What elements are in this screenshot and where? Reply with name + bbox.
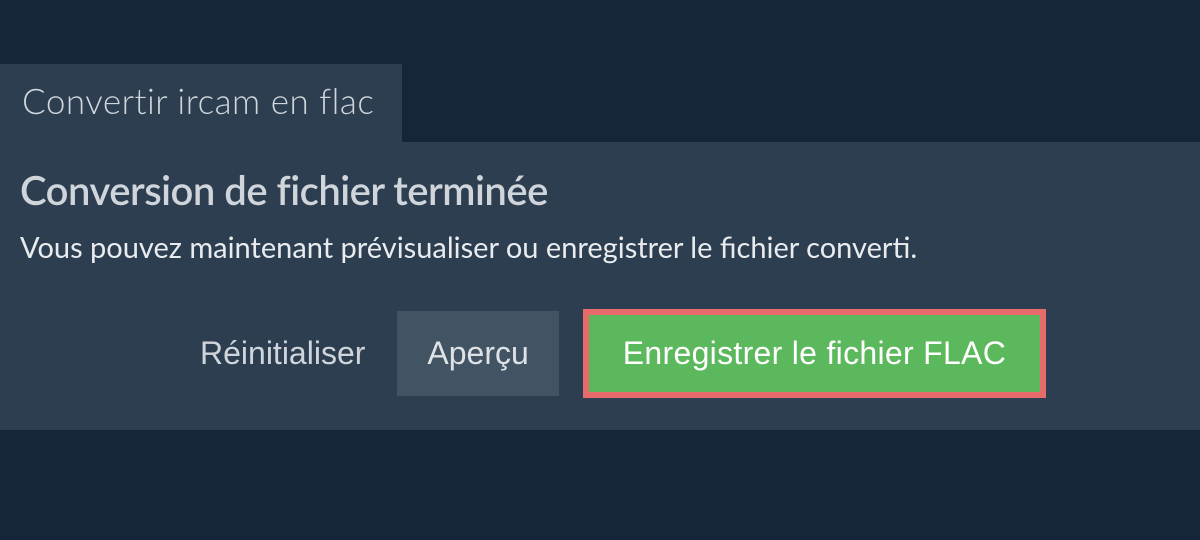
preview-button[interactable]: Aperçu (397, 311, 558, 396)
conversion-description: Vous pouvez maintenant prévisualiser ou … (20, 230, 1180, 265)
conversion-heading: Conversion de fichier terminée (20, 166, 1180, 214)
main-container: Convertir ircam en flac Conversion de fi… (0, 0, 1200, 430)
action-button-row: Réinitialiser Aperçu Enregistrer le fich… (20, 309, 1180, 398)
tab-label: Convertir ircam en flac (22, 80, 374, 122)
save-button[interactable]: Enregistrer le fichier FLAC (583, 309, 1046, 398)
reset-button[interactable]: Réinitialiser (200, 335, 373, 372)
tab-convert[interactable]: Convertir ircam en flac (0, 64, 402, 142)
tab-bar: Convertir ircam en flac (0, 64, 1200, 142)
conversion-panel: Conversion de fichier terminée Vous pouv… (0, 142, 1200, 430)
